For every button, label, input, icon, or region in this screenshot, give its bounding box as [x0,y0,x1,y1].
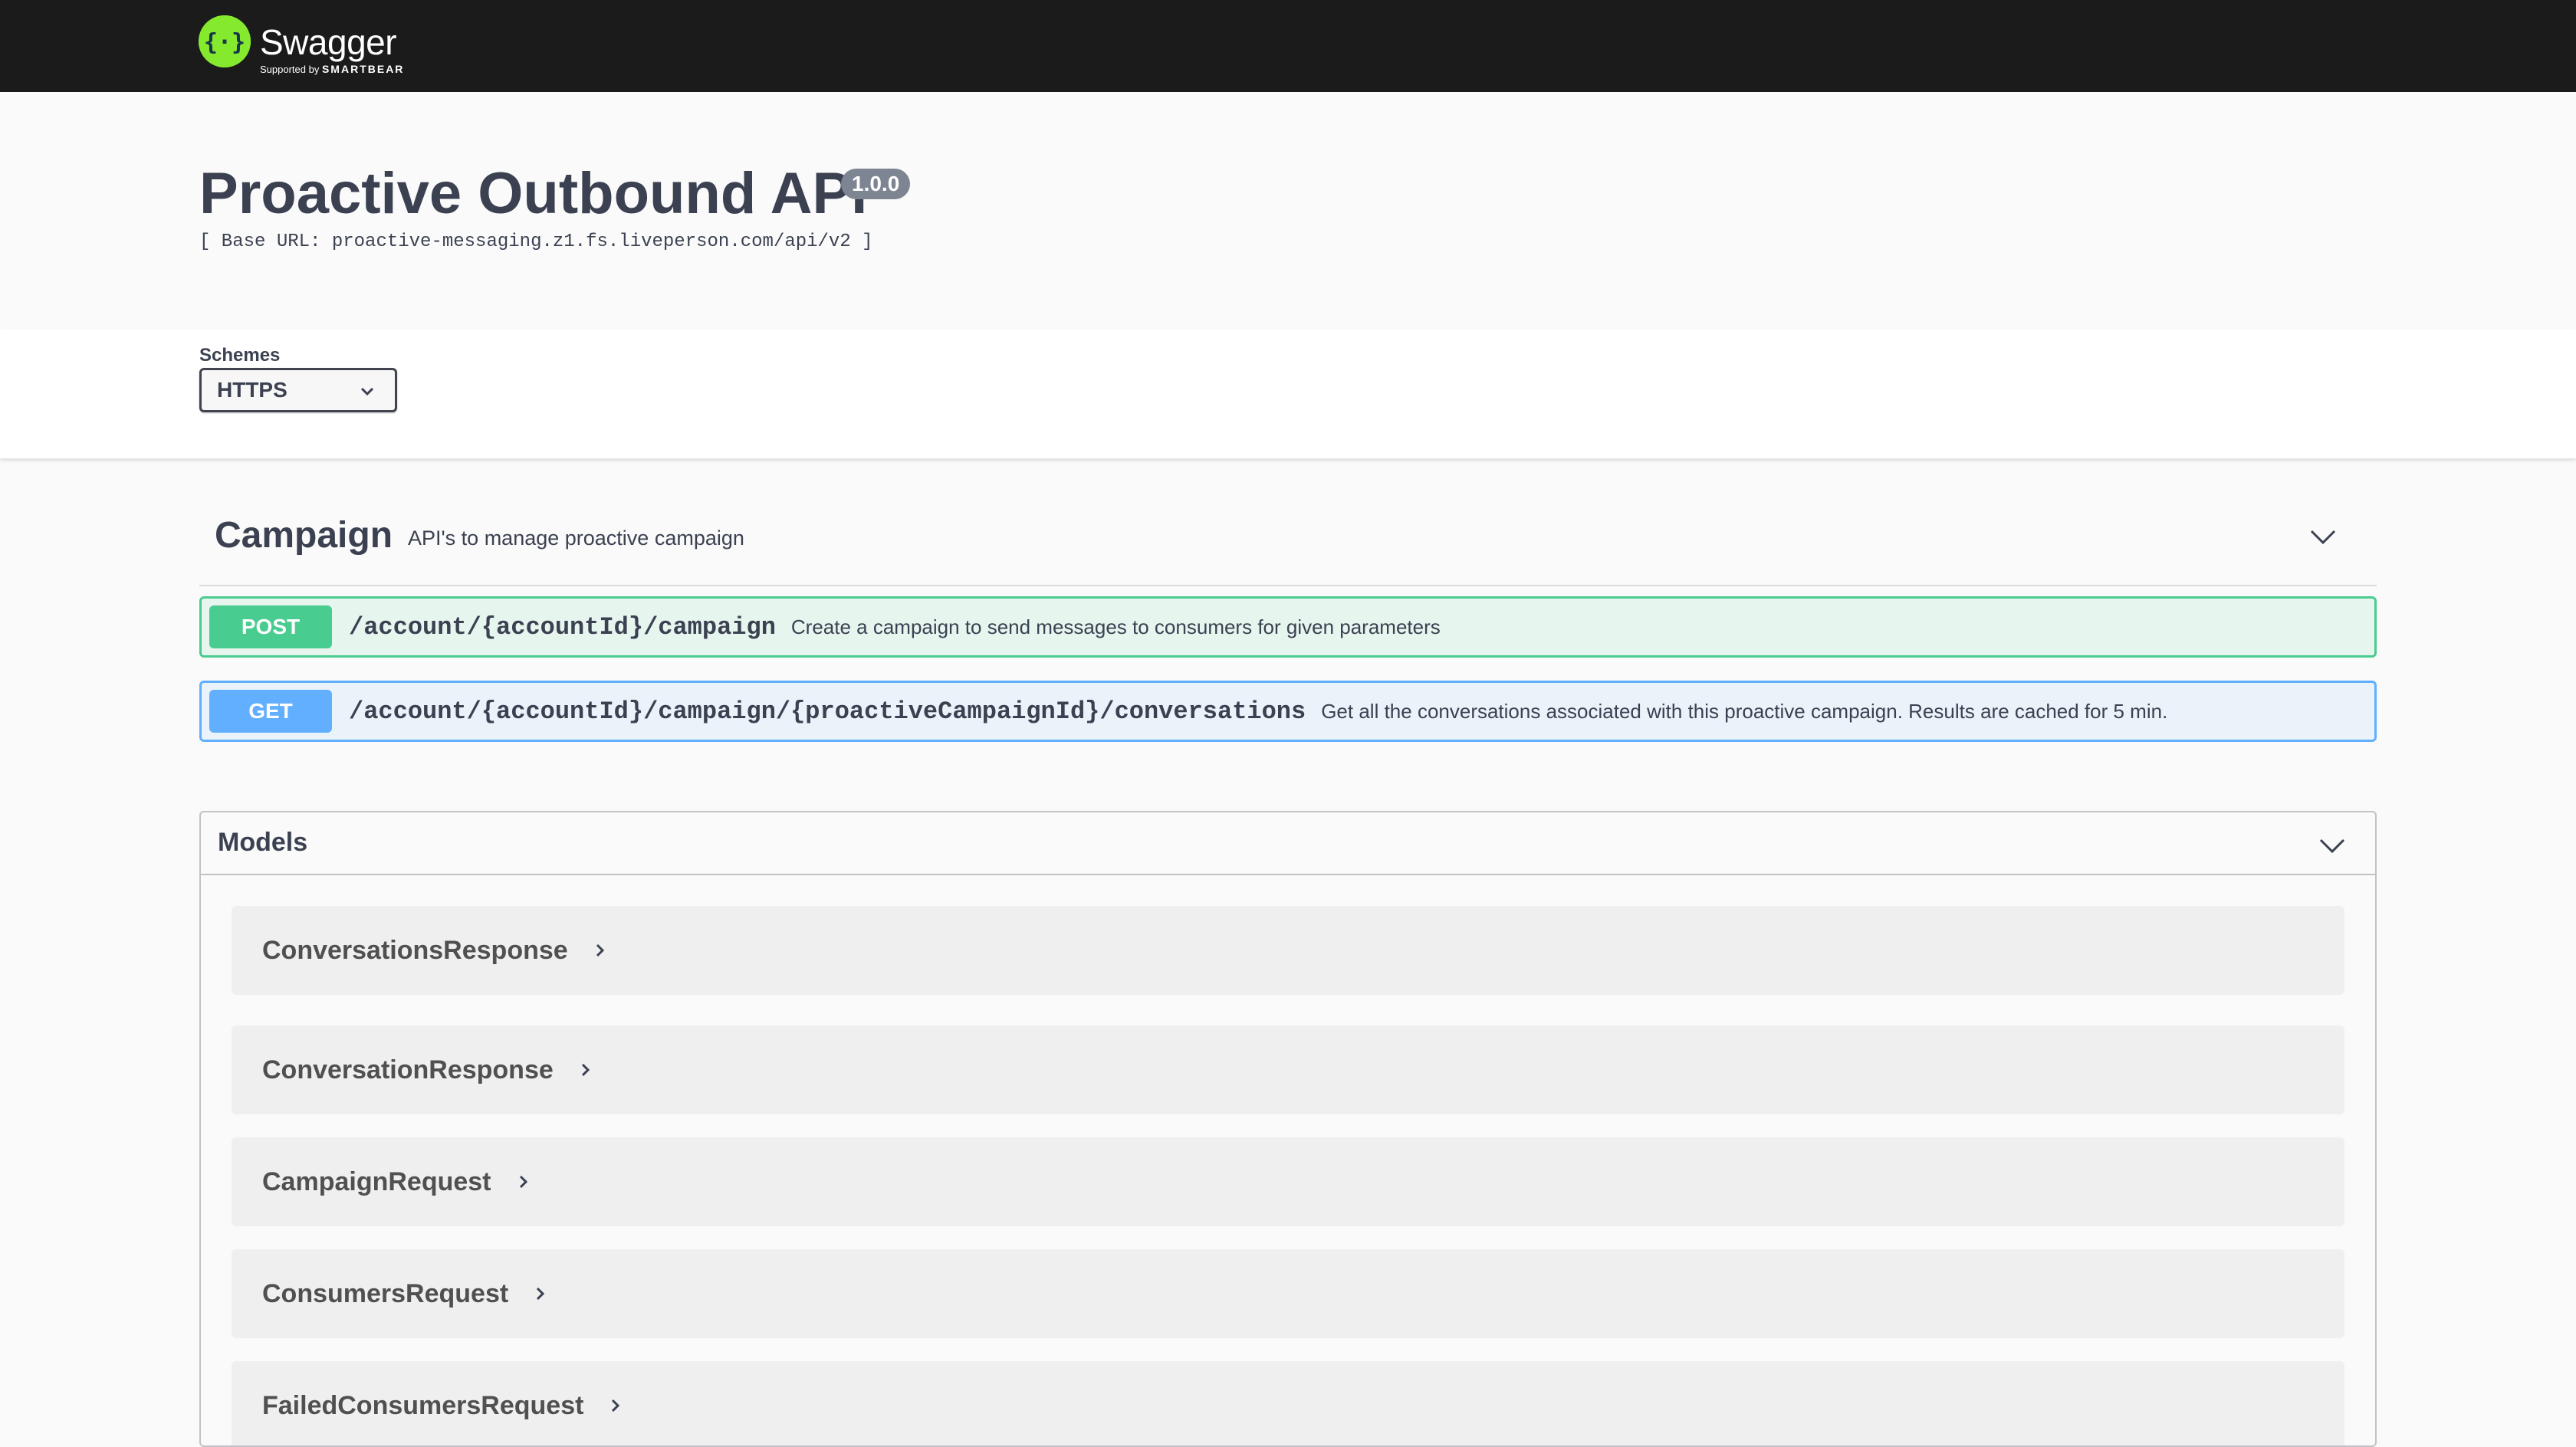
swagger-logo-icon: {·} [199,15,251,67]
operation-path: /account/{accountId}/campaign [349,612,776,641]
chevron-right-icon [593,941,608,960]
operation-summary: Get all the conversations associated wit… [1321,699,2168,723]
model-item[interactable]: ConsumersRequest [232,1249,2344,1338]
method-badge-post: POST [209,605,332,648]
version-badge: 1.0.0 [841,169,911,199]
model-name: FailedConsumersRequest [262,1390,584,1420]
base-url: [ Base URL: proactive-messaging.z1.fs.li… [199,231,873,252]
info-section: Proactive Outbound API 1.0.0 [ Base URL:… [0,92,2576,330]
model-name: ConversationResponse [262,1055,554,1084]
schemes-selected-value: HTTPS [217,378,288,402]
operation-path: /account/{accountId}/campaign/{proactive… [349,697,1306,726]
schemes-label: Schemes [199,345,281,366]
chevron-down-icon[interactable] [2317,831,2348,865]
chevron-right-icon [578,1061,593,1079]
models-header[interactable]: Models [201,812,2375,875]
model-item[interactable]: FailedConsumersRequest [232,1361,2344,1445]
operation-post-campaign[interactable]: POST /account/{accountId}/campaign Creat… [199,596,2377,658]
logo-title: Swagger [260,22,397,62]
model-item[interactable]: ConversationResponse [232,1025,2344,1114]
method-badge-get: GET [209,690,332,733]
chevron-down-icon [358,382,376,406]
schemes-select[interactable]: HTTPS [199,368,397,412]
logo-supported-by: Supported by [260,64,320,75]
models-section: Models ConversationsResponse Conversatio… [199,811,2377,1447]
model-item[interactable]: CampaignRequest [232,1137,2344,1226]
logo-brand: SMARTBEAR [321,63,405,75]
tag-name: Campaign [215,515,393,556]
models-title: Models [218,828,308,857]
operation-get-conversations[interactable]: GET /account/{accountId}/campaign/{proac… [199,681,2377,742]
model-name: CampaignRequest [262,1166,491,1196]
tag-campaign-header[interactable]: Campaign API's to manage proactive campa… [199,488,2377,586]
model-name: ConversationsResponse [262,935,568,965]
operation-summary: Create a campaign to send messages to co… [790,615,1441,638]
page-title: Proactive Outbound API [199,161,868,226]
svg-text:{·}: {·} [204,29,245,56]
chevron-right-icon [516,1173,531,1191]
topbar: {·} Swagger Supported by SMARTBEAR [0,0,2576,92]
logo-subtitle: Supported by SMARTBEAR [260,63,404,75]
swagger-logo[interactable]: {·} Swagger Supported by SMARTBEAR [199,15,427,77]
chevron-right-icon [533,1285,548,1303]
tag-description: API's to manage proactive campaign [408,527,744,550]
chevron-down-icon[interactable] [2308,522,2338,556]
chevron-right-icon [608,1396,623,1415]
model-item[interactable]: ConversationsResponse [232,906,2344,995]
model-name: ConsumersRequest [262,1278,509,1308]
schemes-section: Schemes HTTPS [0,330,2576,459]
